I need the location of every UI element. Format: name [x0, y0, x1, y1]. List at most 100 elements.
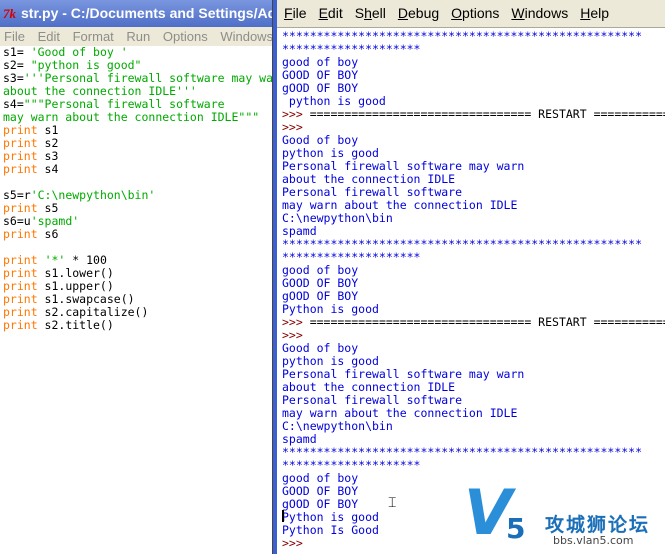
shell-window[interactable]: File Edit Shell Debug Options Windows Help ***…	[273, 0, 665, 554]
shell-output-text: about the connection IDLE	[282, 380, 456, 394]
shell-menubar: File Edit Shell Debug Options Windows Help	[277, 0, 665, 27]
code-text: s1=	[3, 45, 31, 59]
shell-output-text: Python Is Good	[282, 523, 379, 537]
editor-menu-edit[interactable]: Edit	[38, 29, 60, 44]
shell-output-text: C:\newpython\bin	[282, 419, 393, 433]
code-text: s5	[37, 201, 59, 215]
code-keyword: print	[3, 266, 38, 280]
shell-output-text: Personal firewall software may warn	[282, 159, 525, 173]
code-text: s2	[37, 136, 59, 150]
text-cursor-icon: ⌶	[388, 495, 397, 511]
shell-output-text: Python is good	[282, 510, 379, 524]
shell-output-text: GOOD OF BOY	[282, 276, 359, 290]
code-keyword: print	[3, 318, 38, 332]
code-text: s1.upper()	[37, 279, 114, 293]
editor-code-area[interactable]: s1= 'Good of boy ' s2= "python is good" s3…	[0, 46, 290, 554]
shell-output-text: Good of boy	[282, 133, 359, 147]
code-keyword: print	[3, 201, 38, 215]
code-text: s2.title()	[37, 318, 114, 332]
editor-titlebar[interactable]: 7k str.py - C:/Documents and Settings/Ad	[0, 0, 290, 27]
watermark-url: bbs.vlan5.com	[553, 534, 634, 547]
shell-restart-banner: ================================ RESTART…	[309, 107, 665, 121]
insertion-caret	[282, 510, 284, 522]
editor-window[interactable]: 7k str.py - C:/Documents and Settings/Ad …	[0, 0, 290, 554]
shell-output-line: C:\newpython\bin	[282, 420, 665, 433]
shell-output-text: ********************	[282, 458, 421, 472]
shell-output-text: good of boy	[282, 55, 359, 69]
code-string: '''Personal firewall software may wa	[23, 71, 274, 85]
code-text: s1	[37, 123, 59, 137]
shell-output-text: Personal firewall software	[282, 393, 463, 407]
shell-menu-debug[interactable]: Debug	[398, 5, 439, 21]
editor-menu-file[interactable]: File	[4, 29, 25, 44]
shell-output-text: python is good	[282, 354, 379, 368]
watermark-logo-letter: V	[464, 476, 512, 549]
code-keyword: print	[3, 227, 38, 241]
code-text: s3=	[3, 71, 24, 85]
code-keyword: print	[3, 162, 38, 176]
shell-output-text: gOOD OF BOY	[282, 81, 359, 95]
code-line: print s4	[0, 163, 290, 176]
editor-title: str.py - C:/Documents and Settings/Ad	[21, 5, 277, 21]
editor-menu-windows[interactable]: Windows	[220, 29, 273, 44]
editor-menu-run[interactable]: Run	[126, 29, 150, 44]
shell-output-line: >>> ================================ RES…	[282, 316, 665, 329]
code-string: """Personal firewall software	[23, 97, 225, 111]
shell-prompt: >>>	[282, 107, 310, 121]
watermark-logo-number: 5	[506, 512, 526, 545]
shell-prompt: >>>	[282, 328, 310, 342]
shell-output-text: ****************************************…	[282, 29, 643, 43]
shell-output-line: >>> ================================ RES…	[282, 108, 665, 121]
code-string: '*'	[44, 253, 66, 267]
idle-app-icon: 7k	[3, 6, 16, 21]
code-keyword: print	[3, 136, 38, 150]
shell-output-text: ********************	[282, 42, 421, 56]
shell-menu-windows[interactable]: Windows	[511, 5, 568, 21]
shell-output-text: python is good	[282, 94, 386, 108]
shell-menu-help[interactable]: Help	[580, 5, 609, 21]
editor-menu-options[interactable]: Options	[163, 29, 208, 44]
code-string: 'C:\newpython\bin'	[30, 188, 156, 202]
code-text: s1.swapcase()	[37, 292, 135, 306]
code-string: 'spamd'	[30, 214, 80, 228]
menubar-divider	[277, 27, 665, 28]
code-text: s1.lower()	[37, 266, 114, 280]
watermark: V 5 攻城狮论坛 bbs.vlan5.com	[458, 482, 665, 554]
shell-menu-file[interactable]: File	[284, 5, 307, 21]
code-keyword: print	[3, 253, 38, 267]
shell-menu-options[interactable]: Options	[451, 5, 499, 21]
shell-output-text: gOOD OF BOY	[282, 289, 359, 303]
code-string: "python is good"	[30, 58, 142, 72]
code-keyword: print	[3, 305, 38, 319]
code-keyword: print	[3, 279, 38, 293]
shell-output-text: GOOD OF BOY	[282, 68, 359, 82]
watermark-site-name: 攻城狮论坛	[545, 514, 651, 536]
shell-prompt: >>>	[282, 536, 310, 550]
shell-restart-banner: ================================ RESTART…	[309, 315, 665, 329]
code-keyword: print	[3, 292, 38, 306]
shell-output-text: spamd	[282, 224, 317, 238]
shell-prompt: >>>	[282, 315, 310, 329]
code-text: s2=	[3, 58, 31, 72]
shell-prompt: >>>	[282, 120, 310, 134]
shell-window-border	[273, 0, 277, 554]
shell-output-text: Good of boy	[282, 341, 359, 355]
shell-output-line: C:\newpython\bin	[282, 212, 665, 225]
shell-output-text: good of boy	[282, 263, 359, 277]
code-keyword: print	[3, 123, 38, 137]
code-string: about the connection IDLE'''	[3, 84, 197, 98]
editor-menu-format[interactable]: Format	[73, 29, 114, 44]
shell-menu-edit[interactable]: Edit	[319, 5, 343, 21]
shell-menu-shell[interactable]: Shell	[355, 5, 386, 21]
shell-output-text: GOOD OF BOY	[282, 484, 359, 498]
shell-output-text: ****************************************…	[282, 237, 643, 251]
shell-output-text: ********************	[282, 250, 421, 264]
code-text: s2.capitalize()	[37, 305, 149, 319]
code-string: may warn about the connection IDLE"""	[3, 110, 260, 124]
shell-output-area[interactable]: ******************** ********************…	[282, 30, 665, 550]
code-keyword: print	[3, 149, 38, 163]
code-string: 'Good of boy '	[30, 45, 128, 59]
code-text: s4=	[3, 97, 24, 111]
code-text: s4	[37, 162, 59, 176]
